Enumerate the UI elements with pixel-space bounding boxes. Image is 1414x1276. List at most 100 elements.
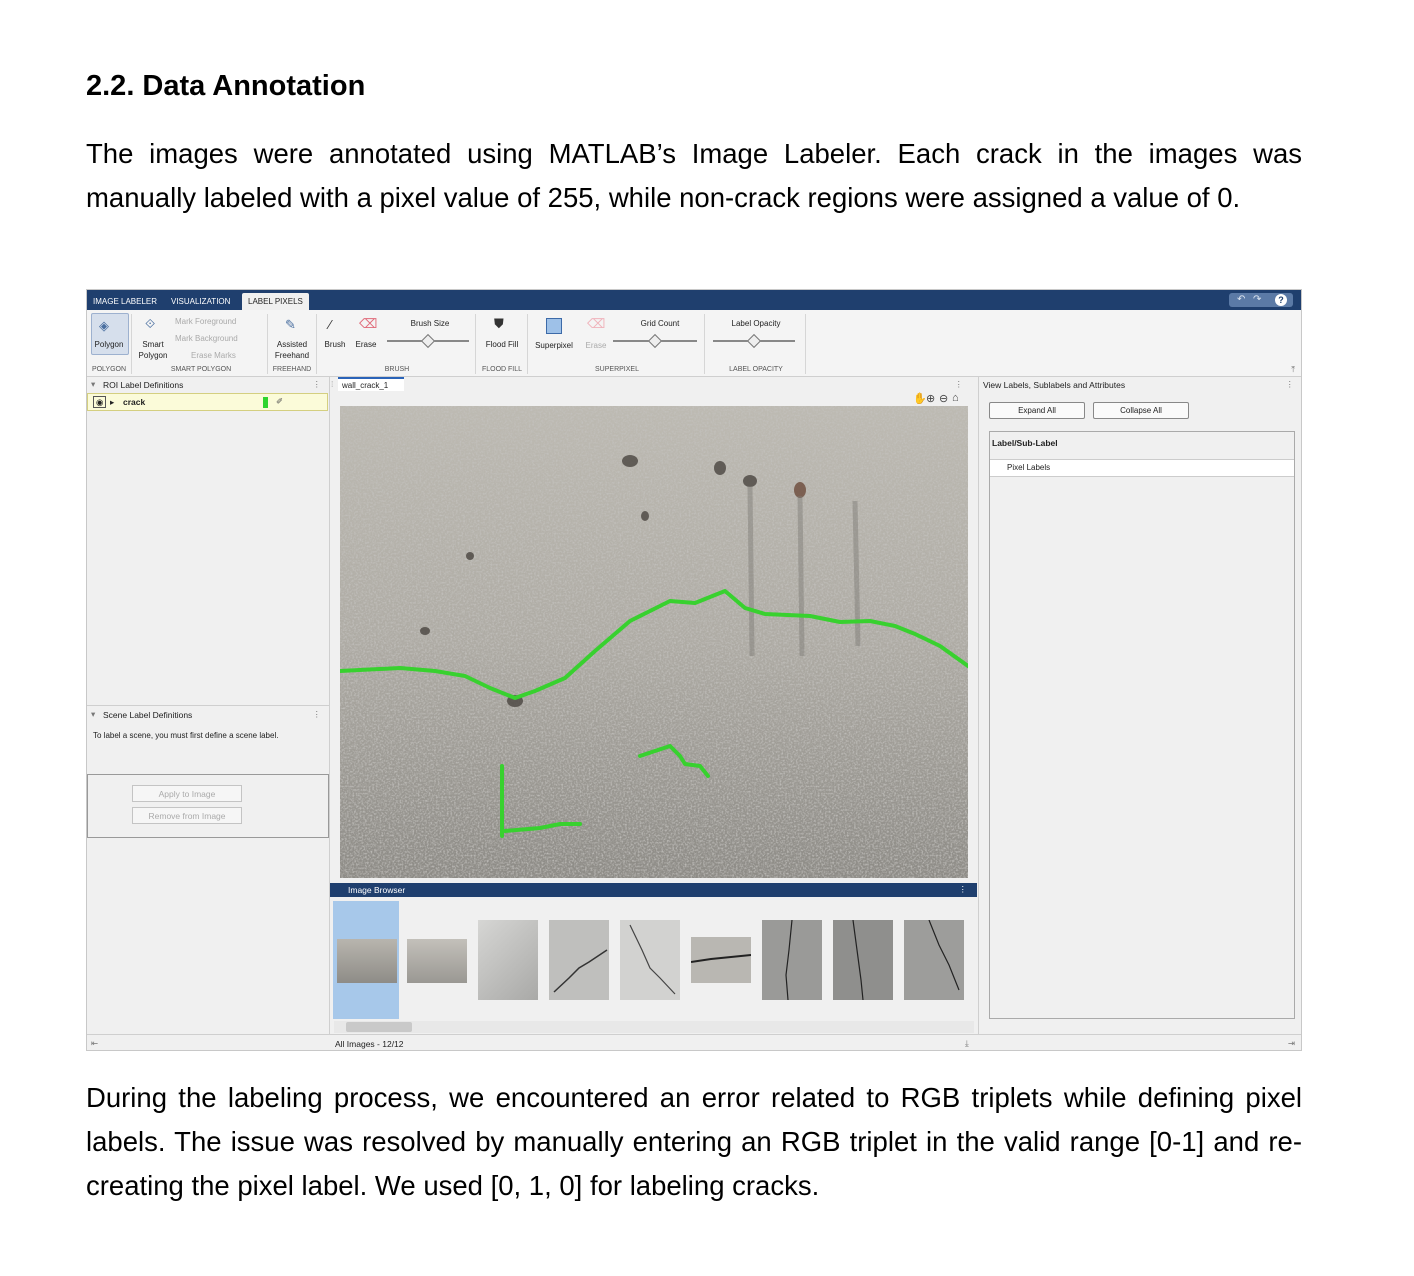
brush-size-slider-knob[interactable] <box>420 333 436 349</box>
ribbon-separator <box>316 314 317 374</box>
thumbnail-8[interactable] <box>833 920 893 1000</box>
ribbon-separator <box>704 314 705 374</box>
smart-polygon-label-1[interactable]: Smart <box>133 340 173 350</box>
collapse-ribbon-icon[interactable]: ⤒ <box>1291 364 1295 375</box>
scene-action-box: Apply to Image Remove from Image <box>87 774 329 838</box>
app-tab-bar: IMAGE LABELER VISUALIZATION LABEL PIXELS… <box>87 290 1301 310</box>
help-icon[interactable]: ? <box>1275 294 1287 306</box>
right-panel: View Labels, Sublabels and Attributes ⋮ … <box>978 377 1301 1034</box>
thumbnail-7[interactable] <box>762 920 822 1000</box>
label-opacity-label: Label Opacity <box>731 319 781 328</box>
panel-menu-icon[interactable]: ⋮ <box>1286 379 1295 390</box>
redo-icon[interactable]: ↷ <box>1253 293 1261 307</box>
label-opacity-slider-knob[interactable] <box>746 333 762 349</box>
thumbnail-1[interactable] <box>337 939 397 983</box>
ribbon-separator <box>527 314 528 374</box>
right-panel-title: View Labels, Sublabels and Attributes <box>983 380 1126 390</box>
assisted-label-2[interactable]: Freehand <box>269 351 315 361</box>
smart-polygon-label-2[interactable]: Polygon <box>133 351 173 361</box>
panel-menu-icon[interactable]: ⋮ <box>313 709 322 720</box>
thumbnail-2[interactable] <box>407 939 467 983</box>
eye-icon[interactable]: ◉ <box>93 396 107 408</box>
mark-foreground-button[interactable]: Mark Foreground <box>175 317 265 327</box>
polygon-label: Polygon <box>94 340 124 349</box>
panel-menu-icon[interactable]: ⋮ <box>959 884 968 895</box>
home-icon[interactable]: ⌂ <box>952 392 959 404</box>
tab-label-pixels[interactable]: LABEL PIXELS <box>242 293 309 310</box>
left-panel: ▾ ROI Label Definitions ⋮ ◉ ▸ crack ✐ ▾ … <box>87 377 330 1034</box>
panel-grip-icon: ⁞ <box>331 379 334 389</box>
tab-visualization[interactable]: VISUALIZATION <box>165 293 236 310</box>
collapse-arrow-icon[interactable]: ▾ <box>91 379 95 390</box>
quick-access-toolbar: ↶ ↷ ? <box>1229 293 1293 307</box>
thumbnail-3[interactable] <box>478 920 538 1000</box>
thumbnail-4[interactable] <box>549 920 609 1000</box>
crack-color-swatch <box>263 397 268 408</box>
ribbon-separator <box>131 314 132 374</box>
pixel-labels-text: Pixel Labels <box>1007 463 1051 472</box>
brush-size-label: Brush Size <box>410 319 450 328</box>
assisted-freehand-icon: ✎ <box>285 317 296 332</box>
section-heading: 2.2. Data Annotation <box>86 70 366 102</box>
tree-column-header: Label/Sub-Label <box>992 438 1058 448</box>
expand-arrow-icon[interactable]: ▸ <box>110 397 114 408</box>
wall-crack-image[interactable] <box>340 406 968 878</box>
tree-row-pixel-labels[interactable]: Pixel Labels <box>990 459 1294 477</box>
remove-from-image-button[interactable]: Remove from Image <box>132 807 242 824</box>
smart-polygon-icon: ⟐ <box>145 316 156 331</box>
expand-all-button[interactable]: Expand All <box>989 402 1085 419</box>
brush-icon: ∕ <box>329 317 332 332</box>
label-row-crack[interactable]: ◉ ▸ crack ✐ <box>87 393 328 411</box>
status-bar: ⇤ All Images - 12/12 ⤓ ⇥ <box>87 1034 1301 1050</box>
pan-icon[interactable]: ✋ <box>913 392 927 405</box>
undo-icon[interactable]: ↶ <box>1237 293 1245 307</box>
roi-label-definitions-title: ROI Label Definitions <box>103 380 184 390</box>
section-polygon: POLYGON <box>91 366 127 373</box>
eraser-icon: ⌫ <box>359 316 378 331</box>
ribbon-separator <box>805 314 806 374</box>
concrete-texture <box>340 406 968 878</box>
superpixel-erase-icon: ⌫ <box>587 316 606 331</box>
edit-label-icon[interactable]: ✐ <box>276 396 283 407</box>
thumbnail-6[interactable] <box>691 937 751 983</box>
erase-button[interactable]: Erase <box>351 340 381 350</box>
panel-divider <box>87 705 329 706</box>
scene-label-definitions-title: Scene Label Definitions <box>103 710 193 720</box>
section-brush: BRUSH <box>384 366 410 373</box>
apply-to-image-button[interactable]: Apply to Image <box>132 785 242 802</box>
ribbon-separator <box>267 314 268 374</box>
collapse-browser-icon[interactable]: ⤓ <box>965 1038 969 1049</box>
collapse-left-icon[interactable]: ⇤ <box>91 1038 98 1049</box>
ribbon: ◈ Polygon ⟐ Smart Polygon Mark Foregroun… <box>87 310 1301 377</box>
document-tab[interactable]: wall_crack_1 <box>338 377 404 391</box>
tab-image-labeler[interactable]: IMAGE LABELER <box>87 293 163 310</box>
brush-button[interactable]: Brush <box>320 340 350 350</box>
collapse-arrow-icon[interactable]: ▾ <box>91 709 95 720</box>
collapse-right-icon[interactable]: ⇥ <box>1288 1038 1295 1049</box>
superpixel-erase-button[interactable]: Erase <box>581 341 611 351</box>
collapse-all-button[interactable]: Collapse All <box>1093 402 1189 419</box>
panel-menu-icon[interactable]: ⋮ <box>955 379 964 390</box>
thumbnail-5[interactable] <box>620 920 680 1000</box>
zoom-in-icon[interactable]: ⊕ <box>926 392 935 405</box>
thumbnail-9[interactable] <box>904 920 964 1000</box>
browser-scrollbar-thumb[interactable] <box>346 1022 412 1032</box>
polygon-icon: ◈ <box>99 318 109 333</box>
flood-fill-button[interactable]: Flood Fill <box>479 340 525 350</box>
zoom-out-icon[interactable]: ⊖ <box>939 392 948 405</box>
mark-background-button[interactable]: Mark Background <box>175 334 265 344</box>
grid-count-slider-knob[interactable] <box>647 333 663 349</box>
browser-scrollbar[interactable] <box>334 1021 974 1033</box>
image-browser: Image Browser ⋮ <box>330 883 977 1043</box>
section-freehand: FREEHAND <box>272 366 312 373</box>
panel-menu-icon[interactable]: ⋮ <box>313 379 322 390</box>
erase-marks-button[interactable]: Erase Marks <box>175 351 281 361</box>
superpixel-button[interactable]: Superpixel <box>531 341 577 351</box>
intro-paragraph: The images were annotated using MATLAB’s… <box>86 138 1302 213</box>
assisted-label-1[interactable]: Assisted <box>269 340 315 350</box>
flood-fill-icon: ⛊ <box>494 316 504 331</box>
ribbon-separator <box>475 314 476 374</box>
grid-count-label: Grid Count <box>640 319 680 328</box>
image-view: ⁞ wall_crack_1 ⋮ ✋ ⊕ ⊖ ⌂ <box>330 377 977 883</box>
section-smart-polygon: SMART POLYGON <box>170 366 232 373</box>
